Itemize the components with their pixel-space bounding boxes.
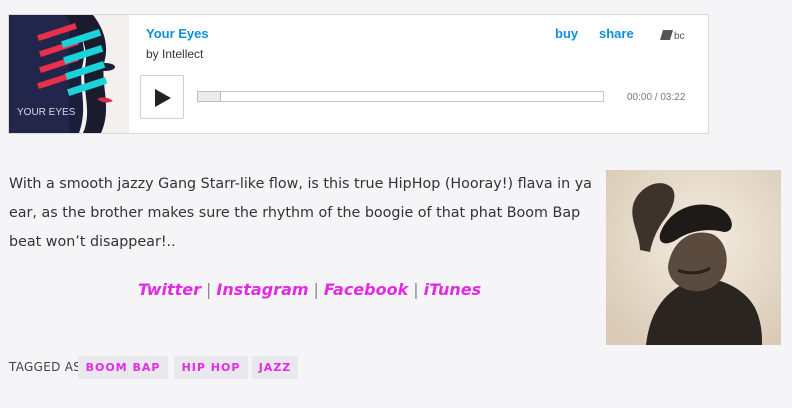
share-link[interactable]: share [599, 26, 634, 41]
tagged-as-label: TAGGED AS [9, 360, 82, 374]
play-button[interactable] [140, 75, 184, 119]
instagram-link[interactable]: Instagram [216, 280, 308, 299]
link-separator: | [313, 280, 319, 299]
album-cover[interactable]: YOUR EYES [9, 15, 129, 133]
tag-hip-hop[interactable]: HIP HOP [174, 356, 248, 379]
tag-jazz[interactable]: JAZZ [252, 356, 298, 379]
svg-text:bc: bc [674, 31, 685, 41]
bandcamp-player: YOUR EYES Your Eyes by Intellect buy sha… [8, 14, 709, 134]
artist-name: by Intellect [146, 47, 204, 61]
facebook-link[interactable]: Facebook [324, 280, 408, 299]
play-icon [155, 89, 171, 107]
link-separator: | [413, 280, 419, 299]
track-title-link[interactable]: Your Eyes [146, 26, 209, 41]
tag-boom-bap[interactable]: BOOM BAP [78, 356, 168, 379]
bandcamp-logo-icon[interactable]: bc [660, 29, 692, 41]
progress-bar[interactable] [197, 91, 604, 102]
buy-link[interactable]: buy [555, 26, 578, 41]
progress-thumb[interactable] [197, 91, 221, 102]
svg-text:YOUR EYES: YOUR EYES [17, 107, 76, 118]
social-links: Twitter | Instagram | Facebook | iTunes [138, 280, 481, 299]
itunes-link[interactable]: iTunes [424, 280, 482, 299]
artist-photo [606, 170, 781, 345]
twitter-link[interactable]: Twitter [138, 280, 201, 299]
article-description: With a smooth jazzy Gang Starr-like flow… [9, 176, 592, 250]
link-separator: | [206, 280, 212, 299]
time-readout: 00:00 / 03:22 [627, 92, 686, 103]
